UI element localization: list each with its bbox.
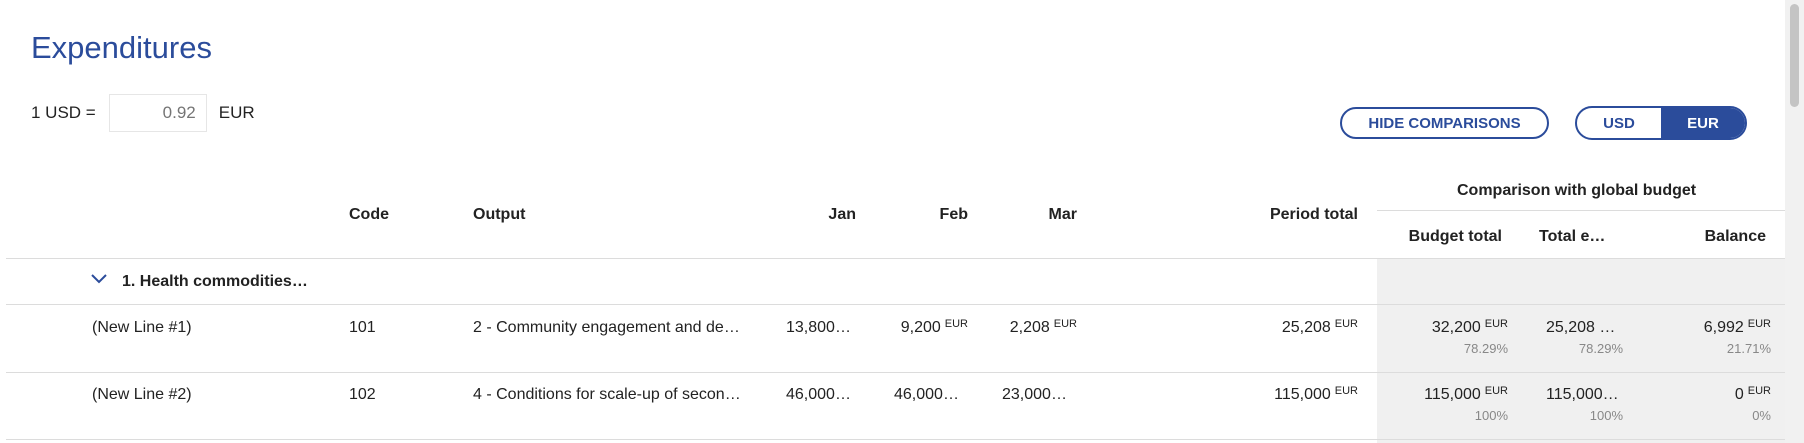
- header-mar: Mar: [1048, 206, 1077, 223]
- header-balance: Balance: [1704, 228, 1766, 245]
- header-output: Output: [473, 206, 526, 223]
- row-code: 101: [349, 319, 376, 336]
- group-label[interactable]: 1. Health commodities…: [122, 273, 308, 291]
- row-balance: 0 EUR: [1734, 385, 1771, 403]
- header-code: Code: [349, 206, 389, 223]
- header-period-total: Period total: [1269, 206, 1358, 223]
- row-feb: 46,000…: [894, 386, 959, 403]
- header-divider: [6, 258, 1785, 259]
- row-period-total: 115,000 EUR: [1274, 385, 1358, 403]
- row-output: 2 - Community engagement and de…: [473, 319, 740, 336]
- row-budget-total-pct: 100%: [1474, 408, 1508, 423]
- header-total-expenditure: Total e…: [1539, 228, 1606, 245]
- row-budget-total: 115,000 EUR: [1424, 385, 1508, 403]
- comparison-header-divider: [1377, 210, 1785, 211]
- row-mar: 2,208 EUR: [1009, 318, 1077, 336]
- row-jan: 46,000…: [786, 386, 851, 403]
- row-divider: [6, 372, 1785, 373]
- row-name: (New Line #2): [92, 386, 192, 403]
- row-divider: [6, 304, 1785, 305]
- expenditures-table: Comparison with global budget Code Outpu…: [6, 0, 1785, 443]
- row-mar: 23,000…: [1002, 386, 1067, 403]
- row-output: 4 - Conditions for scale-up of secon…: [473, 386, 741, 403]
- row-budget-total-pct: 78.29%: [1463, 341, 1508, 356]
- header-budget-total: Budget total: [1408, 228, 1502, 245]
- row-divider: [6, 439, 1785, 440]
- chevron-down-icon[interactable]: [89, 272, 109, 286]
- row-balance-pct: 0%: [1752, 408, 1771, 423]
- scrollbar-thumb[interactable]: [1790, 4, 1799, 107]
- vertical-scrollbar[interactable]: [1785, 0, 1804, 443]
- row-name: (New Line #1): [92, 319, 192, 336]
- row-total-expenditure: 25,208 …: [1546, 319, 1616, 336]
- row-balance-pct: 21.71%: [1726, 341, 1771, 356]
- row-period-total: 25,208 EUR: [1281, 318, 1358, 336]
- row-balance: 6,992 EUR: [1703, 318, 1771, 336]
- row-budget-total: 32,200 EUR: [1431, 318, 1508, 336]
- row-code: 102: [349, 386, 376, 403]
- comparison-group-header: Comparison with global budget: [1457, 182, 1697, 199]
